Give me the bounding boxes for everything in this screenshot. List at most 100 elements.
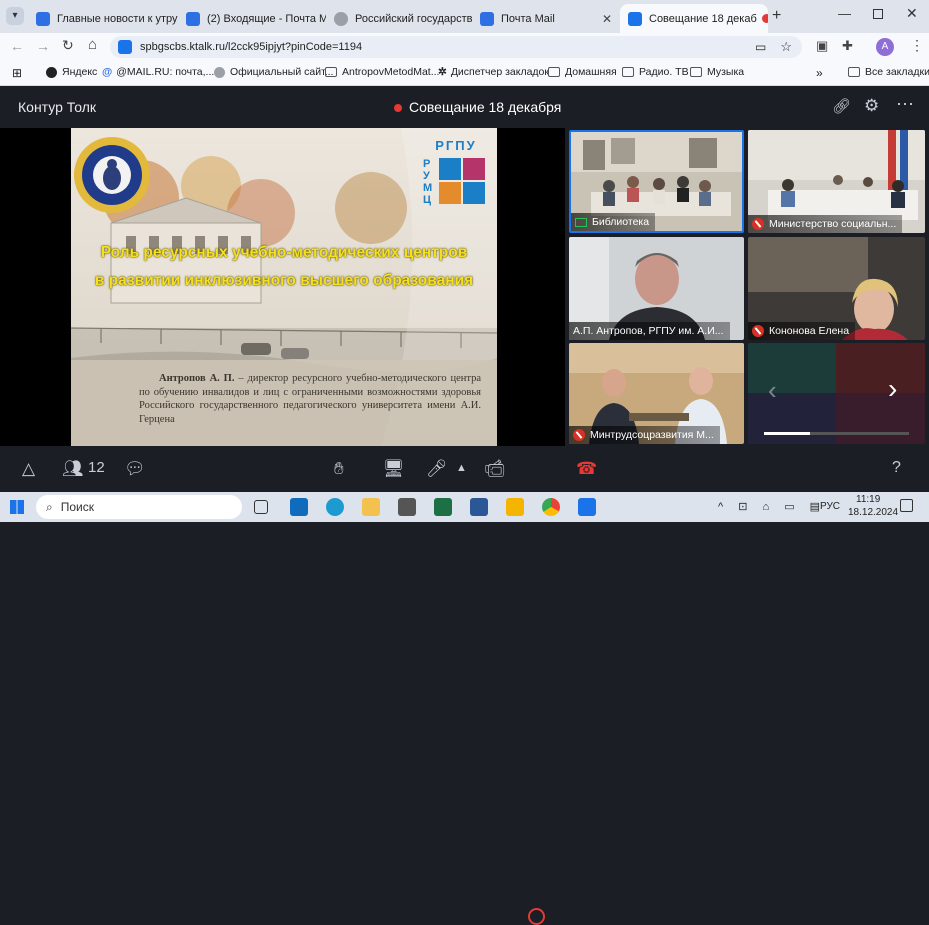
more-options-icon[interactable]: ⋯ [896, 94, 914, 115]
avatar-placeholder [836, 343, 925, 393]
bookmark-mailru[interactable]: @@MAIL.RU: почта,... [102, 66, 214, 78]
home-icon[interactable]: ⌂ [88, 36, 97, 53]
chat-icon[interactable]: 💬︎ [124, 459, 146, 479]
tab-search-button[interactable]: ▾ [6, 7, 24, 25]
help-icon[interactable]: ? [892, 459, 901, 477]
edge-icon[interactable] [326, 498, 344, 516]
menu-icon[interactable]: ⋮ [910, 37, 924, 54]
shapes-icon[interactable]: △ [22, 459, 35, 479]
record-button[interactable] [528, 908, 545, 925]
bookmark-antropov[interactable]: AntropovMetodMat... [325, 66, 439, 78]
mic-off-icon [573, 429, 585, 441]
camera-icon[interactable]: 📹︎ [484, 459, 506, 479]
recording-indicator-icon [762, 14, 768, 23]
minimize-button[interactable]: — [838, 6, 851, 21]
puzzle-icon[interactable]: ✚ [842, 38, 853, 54]
browser-tab-4[interactable]: Почта Mail ✕ [472, 4, 620, 33]
chrome-icon[interactable] [542, 498, 560, 516]
globe-icon [334, 12, 348, 26]
bookmark-folder-home[interactable]: Домашняя [548, 66, 617, 78]
folder-icon [848, 67, 860, 77]
participant-tile-antropov[interactable]: А.П. Антропов, РГПУ им. А.И... [569, 237, 744, 340]
mail-ru-icon [480, 12, 494, 26]
close-tab-icon[interactable]: ✕ [602, 12, 612, 26]
bookmark-official-site[interactable]: Официальный сайт... [214, 66, 333, 78]
slide-title-line-1: Роль ресурсных учебно-методических центр… [71, 244, 497, 262]
folder-icon [548, 67, 560, 77]
outlook-icon[interactable] [290, 498, 308, 516]
word-icon[interactable] [470, 498, 488, 516]
install-app-icon[interactable]: ▭ [755, 40, 766, 54]
apps-grid-icon[interactable]: ⊞ [12, 66, 22, 80]
participant-tile-kononova[interactable]: Кононова Елена [748, 237, 925, 340]
profile-avatar[interactable]: A [876, 38, 894, 56]
mail-ru-icon [186, 12, 200, 26]
close-window-button[interactable]: ✕ [906, 5, 918, 22]
tile-label: Министерство социальн... [748, 215, 902, 233]
microphone-icon[interactable]: 🎤︎ [426, 459, 448, 479]
forward-icon[interactable]: → [36, 38, 50, 54]
link-icon[interactable]: 🔗︎ [832, 97, 851, 115]
back-icon[interactable]: ← [10, 38, 24, 54]
bookmarks-overflow-button[interactable]: » [816, 66, 823, 80]
mic-off-icon [752, 325, 764, 337]
speaker-name: Антропов А. П. [159, 373, 234, 384]
participant-tile-mintrud[interactable]: Минтрудсоцразвития М... [569, 343, 744, 444]
browser-tab-strip: ▾ Главные новости к утру ✕ (2) Входящие … [0, 0, 929, 33]
participants-icon[interactable]: 👥︎ [62, 459, 84, 479]
media-player-icon[interactable] [506, 498, 524, 516]
search-icon: ⌕ [46, 500, 53, 515]
slide-title-line-2: в развитии инклюзивного высшего образова… [71, 272, 497, 290]
logo-text: РГПУ [423, 138, 489, 153]
book-icon [463, 182, 485, 204]
language-indicator[interactable]: РУС [820, 501, 840, 512]
bookmark-yandex[interactable]: Яндекс [46, 66, 97, 78]
bookmark-folder-radio[interactable]: Радио. ТВ [622, 66, 689, 78]
bookmark-manager[interactable]: ✲Диспетчер закладок [438, 66, 549, 78]
yandex-icon [46, 67, 57, 78]
browser-tab-2[interactable]: (2) Входящие - Почта M ✕ [178, 4, 326, 33]
excel-icon[interactable] [434, 498, 452, 516]
video-conference-icon[interactable] [578, 498, 596, 516]
settings-gear-icon[interactable]: ⚙ [864, 96, 879, 116]
avatar-placeholder [748, 393, 836, 444]
system-tray-icons[interactable]: ^ ⊡ ⌂ ▭ ▤ [718, 500, 826, 513]
site-info-icon[interactable] [118, 40, 132, 54]
clock-date[interactable]: 18.12.2024 [848, 507, 898, 518]
raise-hand-icon[interactable]: ✋︎ [334, 459, 344, 479]
bookmark-folder-music[interactable]: Музыка [690, 66, 744, 78]
task-view-icon[interactable] [254, 500, 268, 514]
participants-count[interactable]: 12 [88, 459, 105, 476]
calculator-icon[interactable] [398, 498, 416, 516]
windows-taskbar: ⌕ Поиск ^ ⊡ ⌂ ▭ ▤ РУС 11:19 18.12.2024 [0, 492, 929, 522]
browser-tab-3[interactable]: Российский государстве ✕ [326, 4, 472, 33]
all-bookmarks-folder[interactable]: Все закладки [848, 66, 929, 78]
slide-caption: Антропов А. П. – директор ресурсного уче… [139, 372, 481, 426]
taskbar-search-box[interactable]: ⌕ Поиск [36, 495, 242, 519]
wheelchair-icon [439, 182, 461, 204]
file-explorer-icon[interactable] [362, 498, 380, 516]
maximize-button[interactable] [873, 9, 883, 19]
chevron-right-icon[interactable]: › [888, 373, 897, 405]
address-bar[interactable]: spbgscbs.ktalk.ru/l2cck95ipjyt?pinCode=1… [110, 36, 802, 58]
folder-icon [622, 67, 634, 77]
browser-tab-1[interactable]: Главные новости к утру ✕ [28, 4, 178, 33]
recording-dot-icon [394, 104, 402, 112]
folder-icon [690, 67, 702, 77]
notifications-icon[interactable] [900, 499, 913, 512]
new-tab-button[interactable]: + [772, 7, 781, 25]
url-text: spbgscbs.ktalk.ru/l2cck95ipjyt?pinCode=1… [140, 41, 362, 53]
windows-start-icon[interactable] [10, 500, 24, 514]
participant-tile-ministry[interactable]: Министерство социальн... [748, 130, 925, 233]
browser-tab-active[interactable]: Совещание 18 декаб ✕ [620, 4, 768, 33]
extensions-icon[interactable]: ▣ [816, 38, 828, 54]
more-participants-tile[interactable]: ‹ › [748, 343, 925, 444]
chevron-left-icon[interactable]: ‹ [768, 375, 777, 406]
clock-time[interactable]: 11:19 [856, 494, 880, 505]
mic-options-chevron-icon[interactable]: ▲ [456, 462, 467, 474]
reload-icon[interactable]: ↻ [62, 37, 74, 54]
screen-share-button-icon[interactable]: 🖥︎ [383, 459, 405, 479]
participant-tile-library[interactable]: Библиотека [569, 130, 744, 233]
bookmark-star-icon[interactable]: ☆ [780, 39, 792, 55]
leave-call-icon[interactable]: ☎︎ [576, 459, 597, 479]
